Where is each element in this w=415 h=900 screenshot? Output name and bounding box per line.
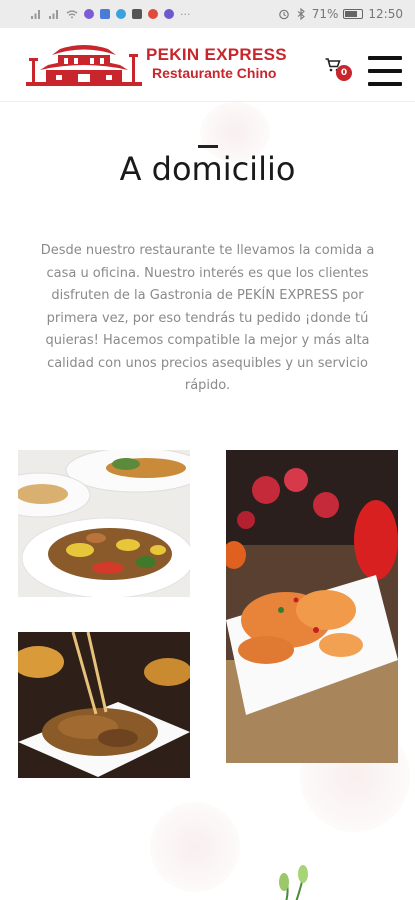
background-petal — [150, 802, 240, 892]
food-photo-prawns — [226, 450, 398, 763]
app-notification-icon — [84, 9, 94, 19]
stirfry-image — [18, 450, 190, 597]
title-accent-bar — [198, 145, 218, 148]
intro-paragraph: Desde nuestro restaurante te llevamos la… — [40, 243, 375, 393]
signal-icon — [49, 10, 58, 19]
cart-count-badge: 0 — [336, 65, 352, 81]
clock: 12:50 — [368, 7, 403, 21]
app-notification-icon — [164, 9, 174, 19]
status-left-icons: ··· — [30, 8, 191, 21]
app-notification-icon — [132, 9, 142, 19]
wifi-icon — [66, 10, 78, 19]
main-content: A domicilio Desde nuestro restaurante te… — [0, 102, 415, 900]
battery-fill — [345, 11, 357, 17]
status-right-icons: 71% 12:50 — [278, 7, 403, 21]
cart-button[interactable]: 0 — [325, 58, 353, 82]
bluetooth-icon — [297, 8, 305, 20]
app-notification-icon — [116, 9, 126, 19]
logo-text: PEKIN EXPRESS Restaurante Chino — [146, 45, 287, 81]
shield-icon — [100, 9, 110, 19]
site-header: PEKIN EXPRESS Restaurante Chino 0 — [0, 28, 415, 102]
food-photo-noodles — [18, 632, 190, 778]
logo-title: PEKIN EXPRESS — [146, 45, 287, 64]
noodles-image — [18, 632, 190, 778]
status-bar: ··· 71% 12:50 — [0, 0, 415, 28]
hamburger-menu-button[interactable] — [368, 56, 402, 86]
food-photo-stirfry — [18, 450, 190, 597]
menu-icon-bar — [368, 69, 402, 73]
battery-percent: 71% — [311, 7, 339, 21]
page-title: A domicilio — [119, 150, 296, 188]
signal-icon — [31, 10, 40, 19]
sprout-decoration-icon — [279, 865, 308, 900]
menu-icon-bar — [368, 56, 402, 60]
logo[interactable]: PEKIN EXPRESS Restaurante Chino — [24, 38, 287, 88]
battery-icon — [343, 9, 364, 19]
more-notifications-icon: ··· — [180, 7, 191, 21]
app-notification-icon — [148, 9, 158, 19]
pagoda-logo-icon — [26, 45, 142, 86]
alarm-icon — [278, 9, 289, 20]
logo-subtitle: Restaurante Chino — [152, 65, 277, 81]
menu-icon-bar — [368, 82, 402, 86]
prawns-image — [226, 450, 398, 763]
